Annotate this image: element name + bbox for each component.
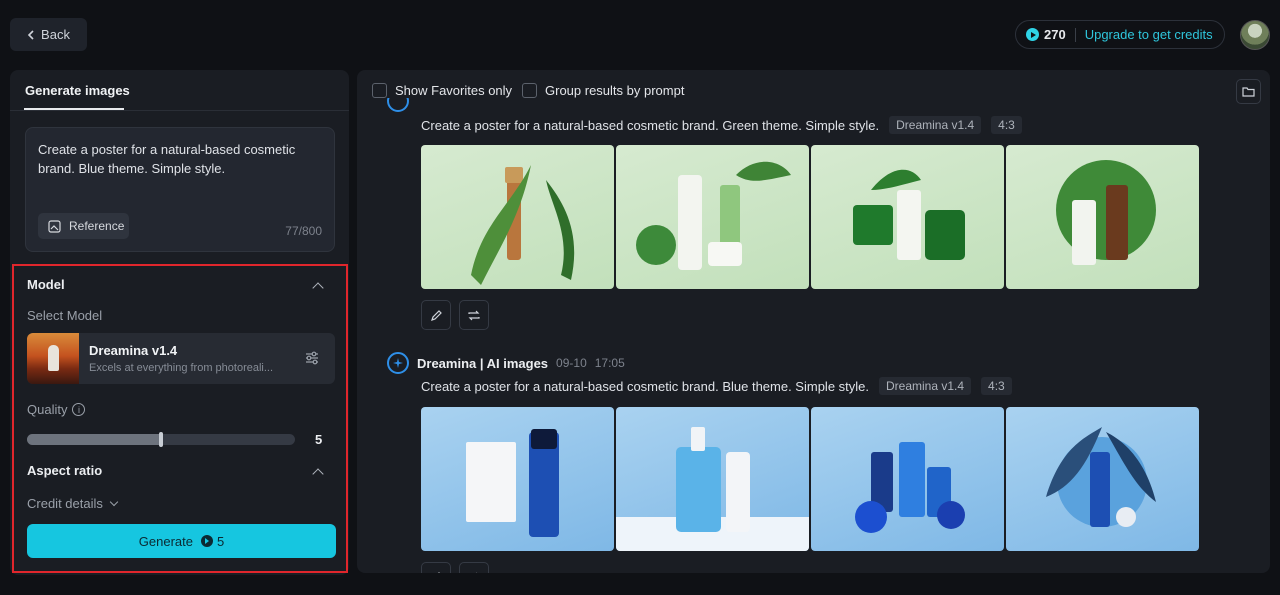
model-selector[interactable]: Dreamina v1.4 Excels at everything from … [27,333,335,384]
show-favorites-checkbox[interactable] [372,83,387,98]
repeat-icon [468,310,480,320]
char-count: 77/800 [285,224,322,238]
repeat-icon [475,572,478,573]
generated-image[interactable] [421,145,614,289]
group-results-filter[interactable]: Group results by prompt [522,83,684,98]
model-description: Excels at everything from photoreali... [89,362,274,374]
chevron-left-icon [27,29,34,40]
info-icon[interactable]: i [72,403,86,416]
chevron-down-icon [109,497,119,507]
quality-slider-fill [27,434,161,445]
ratio-tag: 4:3 [981,377,1012,395]
generated-image[interactable] [811,407,1004,551]
dreamina-logo-icon [387,352,409,374]
result-prompt[interactable]: Create a poster for a natural-based cosm… [421,379,869,394]
group-results-checkbox[interactable] [522,83,537,98]
pencil-icon [437,571,440,573]
credits-count: 270 [1044,27,1066,42]
regenerate-button[interactable] [459,300,489,330]
credit-details-label: Credit details [27,496,103,511]
show-favorites-filter[interactable]: Show Favorites only [372,83,512,98]
credit-coin-icon [200,535,213,547]
generate-cost: 5 [216,533,225,549]
chevron-up-icon[interactable] [312,468,324,480]
divider [10,110,349,111]
chevron-up-icon[interactable] [312,282,324,294]
result-prompt[interactable]: Create a poster for a natural-based cosm… [421,118,879,133]
generated-image[interactable] [616,145,809,289]
ratio-tag: 4:3 [991,116,1022,134]
credit-details-toggle[interactable]: Credit details [27,496,119,511]
model-section-title: Model [27,277,65,292]
edit-button[interactable] [421,300,451,330]
avatar[interactable] [1240,20,1270,50]
model-thumbnail [27,333,79,384]
select-model-label: Select Model [27,308,103,323]
divider [1074,27,1076,42]
back-label: Back [41,27,70,42]
quality-label-text: Quality [27,402,68,417]
folder-icon [1242,87,1255,97]
result-prompt-line: Create a poster for a natural-based cosm… [421,116,1022,134]
model-tag: Dreamina v1.4 [879,377,972,395]
generate-label: Generate [138,533,193,549]
show-favorites-label: Show Favorites only [395,83,513,98]
result-prompt-line: Create a poster for a natural-based cosm… [421,377,1012,395]
model-name: Dreamina v1.4 [89,343,178,358]
credit-coin-icon [1026,28,1039,41]
top-bar: Back 270 Upgrade to get credits [0,0,1280,68]
sliders-icon[interactable] [304,350,320,366]
result-author-line: Dreamina | AI images 09-10 17:05 [387,352,625,374]
author-name: Dreamina | AI images [417,355,549,371]
dreamina-logo-icon [387,98,409,114]
prompt-text[interactable]: Create a poster for a natural-based cosm… [38,140,303,178]
quality-slider[interactable] [27,432,295,447]
generated-image[interactable] [616,407,809,551]
generated-image[interactable] [1006,145,1199,289]
reference-button[interactable]: Reference [38,213,129,239]
result-image-grid [421,407,1199,551]
image-reference-icon [48,219,61,233]
quality-value: 5 [315,432,323,447]
quality-slider-handle[interactable] [159,432,163,447]
generated-image[interactable] [811,145,1004,289]
credits-pill[interactable]: 270 Upgrade to get credits [1015,20,1225,49]
results-panel: Show Favorites only Group results by pro… [357,70,1270,573]
result-date: 09-10 [556,356,587,370]
upgrade-link[interactable]: Upgrade to get credits [1085,27,1213,42]
quality-label: Quality i [27,402,86,417]
pencil-icon [430,309,442,321]
tab-generate-images[interactable]: Generate images [25,83,130,98]
result-time: 17:05 [594,356,625,370]
folder-button[interactable] [1236,79,1261,104]
generated-image[interactable] [421,407,614,551]
result-image-grid [421,145,1199,289]
generate-button[interactable]: Generate 5 [27,524,336,558]
model-settings-section: Model Select Model Dreamina v1.4 Excels … [12,264,348,573]
group-results-label: Group results by prompt [545,83,685,98]
generate-panel: Generate images Create a poster for a na… [10,70,349,575]
aspect-ratio-title: Aspect ratio [27,463,103,478]
edit-button[interactable] [421,562,451,573]
regenerate-button[interactable] [459,562,489,573]
back-button[interactable]: Back [10,18,87,51]
generated-image[interactable] [1006,407,1199,551]
prompt-input[interactable]: Create a poster for a natural-based cosm… [25,127,335,252]
reference-label: Reference [69,219,125,233]
model-tag: Dreamina v1.4 [889,116,982,134]
